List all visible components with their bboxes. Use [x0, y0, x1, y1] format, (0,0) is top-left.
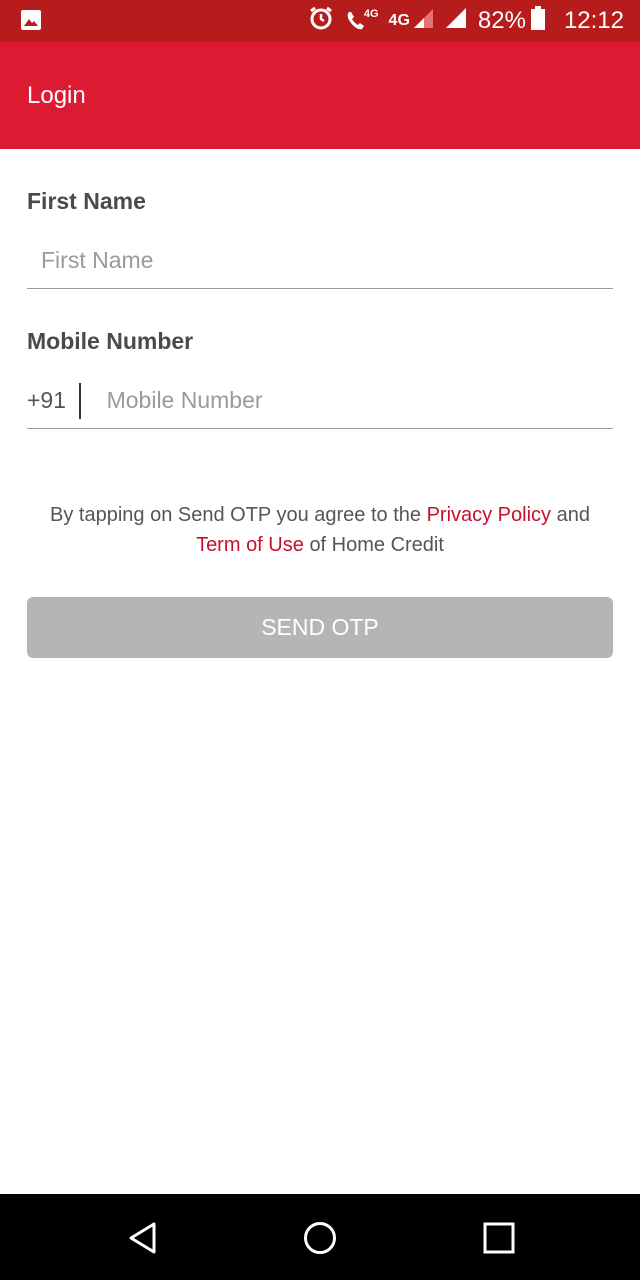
navigation-bar [0, 1194, 640, 1280]
terms-of-use-link[interactable]: Term of Use [196, 534, 304, 556]
status-bar: 4G 4G 82% 12:12 [0, 0, 640, 42]
terms-text: By tapping on Send OTP you agree to the … [20, 500, 620, 560]
first-name-row [27, 233, 613, 289]
country-code: +91 [27, 387, 67, 413]
call-network-badge: 4G [363, 8, 379, 20]
mobile-number-input[interactable] [106, 387, 614, 414]
mobile-number-row: +91 [27, 373, 614, 429]
page-title: Login [27, 82, 86, 109]
recents-icon[interactable] [482, 1221, 516, 1255]
battery-icon [530, 5, 546, 38]
terms-and: and [556, 504, 590, 526]
first-name-label: First Name [27, 188, 146, 214]
first-name-input[interactable] [41, 247, 613, 274]
battery-percent: 82% [477, 7, 526, 34]
terms-suffix: of Home Credit [309, 534, 444, 556]
home-icon[interactable] [303, 1221, 337, 1255]
terms-prefix: By tapping on Send OTP you agree to the [50, 504, 421, 526]
app-bar: Login [0, 42, 640, 149]
mobile-number-label: Mobile Number [27, 328, 194, 354]
network-type: 4G [388, 12, 410, 29]
country-code-divider [78, 382, 81, 419]
send-otp-button[interactable]: SEND OTP [27, 597, 613, 658]
privacy-policy-link[interactable]: Privacy Policy [427, 504, 551, 526]
signal-icon-sim1 [412, 7, 434, 36]
clock: 12:12 [563, 7, 624, 34]
volte-call-icon: 4G [344, 8, 379, 34]
signal-icon-sim2 [444, 6, 468, 37]
alarm-icon [308, 5, 334, 38]
image-icon [20, 9, 42, 36]
back-icon[interactable] [126, 1221, 160, 1255]
